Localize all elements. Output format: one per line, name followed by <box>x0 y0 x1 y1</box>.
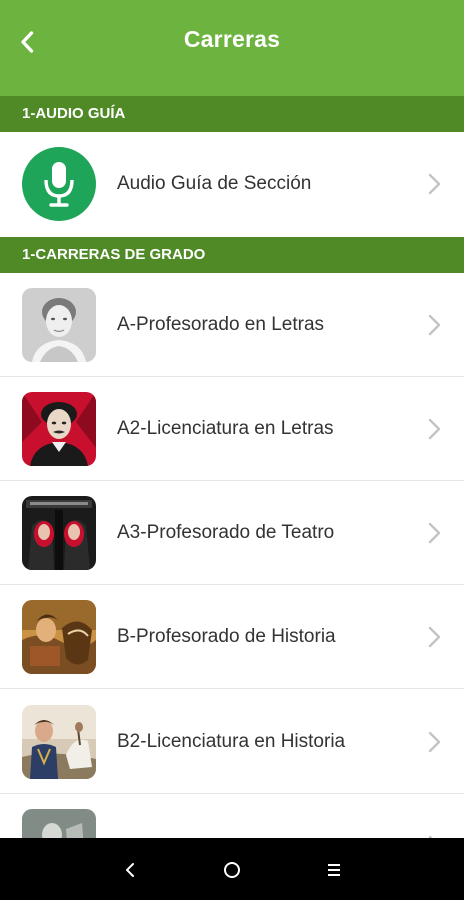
list-item-label: B-Profesorado de Historia <box>117 626 336 647</box>
nav-recents-icon <box>328 864 340 876</box>
page-title: Carreras <box>183 26 281 52</box>
app-screen: Carreras 1-AUDIO GUÍA Audio Guía de Secc… <box>0 0 464 900</box>
list-item-label: A3-Profesorado de Teatro <box>117 522 335 543</box>
portrait-poe-thumbnail <box>22 392 96 466</box>
nav-home-button[interactable] <box>212 850 252 890</box>
list-item-licenciatura-letras[interactable]: A2-Licenciatura en Letras <box>0 377 464 481</box>
theatre-poster-thumbnail <box>22 496 96 570</box>
list-item-label: Audio Guía de Sección <box>117 173 312 194</box>
chevron-right-icon <box>428 418 441 440</box>
section-header-degree-programs: 1-CARRERAS DE GRADO <box>0 237 464 273</box>
chevron-right-icon <box>428 314 441 336</box>
list-item-profesorado-teatro[interactable]: A3-Profesorado de Teatro <box>0 481 464 585</box>
list-item-label: A-Profesorado en Letras <box>117 314 325 335</box>
list-item-profesorado-letras[interactable]: A-Profesorado en Letras <box>0 273 464 377</box>
nav-recents-button[interactable] <box>314 850 354 890</box>
list-item-label: B2-Licenciatura en Historia <box>117 731 346 752</box>
list-item-licenciatura-historia[interactable]: B2-Licenciatura en Historia <box>0 690 464 794</box>
battle-painting-thumbnail <box>22 600 96 674</box>
nav-back-icon <box>126 863 134 877</box>
nav-home-icon <box>224 862 240 878</box>
list-item-audio-guide[interactable]: Audio Guía de Sección <box>0 132 464 236</box>
system-navigation-bar <box>0 838 464 900</box>
microphone-icon <box>22 147 96 221</box>
row-divider <box>0 688 464 689</box>
portrait-woman-thumbnail <box>22 288 96 362</box>
top-app-bar: Carreras <box>0 0 464 96</box>
list-item-label: A2-Licenciatura en Letras <box>117 418 334 439</box>
general-painting-thumbnail <box>22 705 96 779</box>
chevron-right-icon <box>428 173 441 195</box>
section-header-audio-guide: 1-AUDIO GUÍA <box>0 96 464 132</box>
chevron-right-icon <box>428 731 441 753</box>
chevron-right-icon <box>428 626 441 648</box>
nav-back-button[interactable] <box>110 850 150 890</box>
chevron-right-icon <box>428 522 441 544</box>
list-item-profesorado-historia[interactable]: B-Profesorado de Historia <box>0 585 464 689</box>
